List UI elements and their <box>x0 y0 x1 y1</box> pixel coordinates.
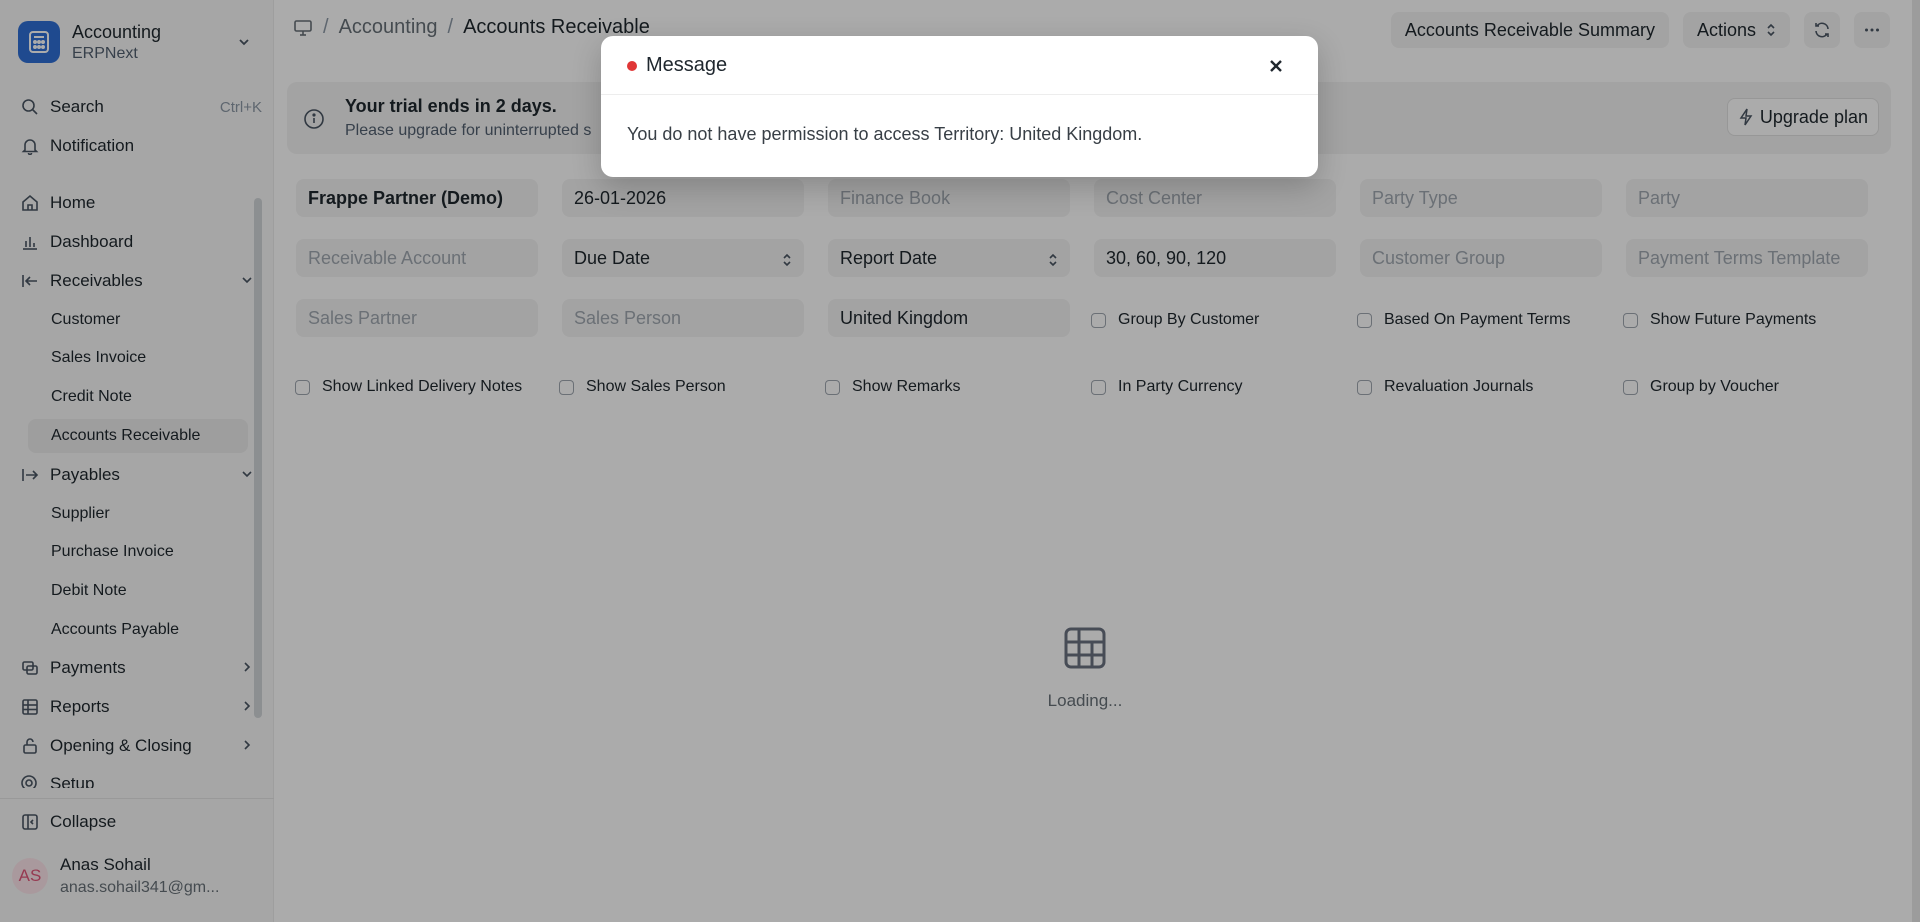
status-dot-icon <box>627 61 637 71</box>
dialog-header: Message <box>601 36 1318 95</box>
message-dialog: Message You do not have permission to ac… <box>601 36 1318 177</box>
close-button[interactable] <box>1264 54 1288 78</box>
dialog-message: You do not have permission to access Ter… <box>627 124 1143 144</box>
dialog-title: Message <box>646 54 728 76</box>
close-icon <box>1270 60 1282 72</box>
